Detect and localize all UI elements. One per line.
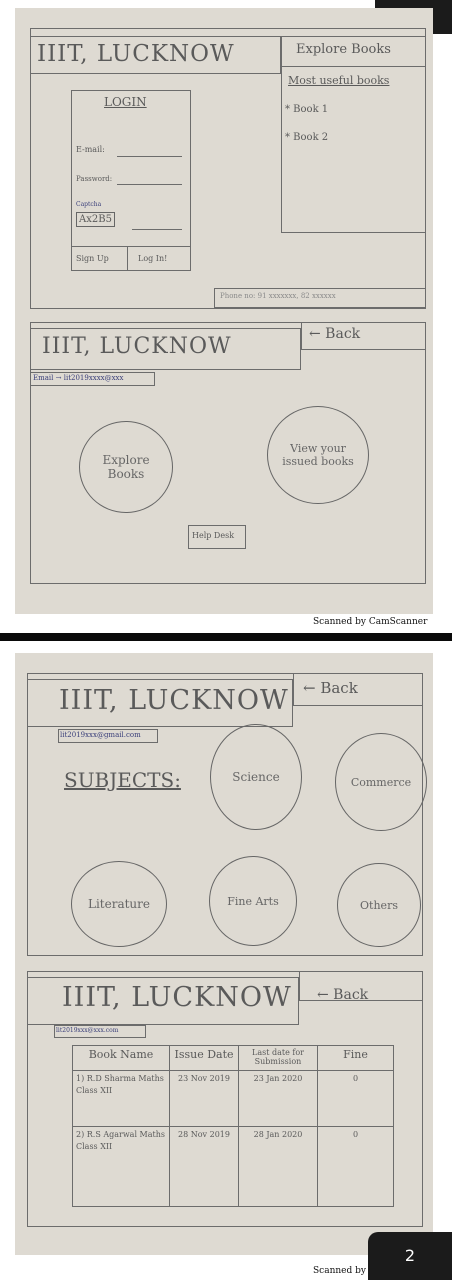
fine-cell: 0 xyxy=(317,1070,394,1127)
scanner-watermark-partial: Scanned by xyxy=(313,1266,366,1276)
issue-date-cell: 28 Nov 2019 xyxy=(169,1126,239,1207)
password-field[interactable] xyxy=(117,184,182,185)
column-header: Issue Date xyxy=(169,1045,239,1071)
subject-science[interactable]: Science xyxy=(210,724,302,830)
email-label: E-mail: xyxy=(76,145,105,154)
dashboard-title: IIIT, LUCKNOW xyxy=(42,334,232,359)
scanned-page-1: IIIT, LUCKNOW Explore Books Most useful … xyxy=(15,8,433,614)
password-label: Password: xyxy=(76,175,113,183)
issued-title: IIIT, LUCKNOW xyxy=(62,982,292,1013)
captcha-field[interactable] xyxy=(132,229,182,230)
issued-books-button[interactable]: View your issued books xyxy=(267,406,369,504)
explore-books-button[interactable]: Explore Books xyxy=(79,421,173,513)
login-box-divider xyxy=(71,246,191,248)
subjects-title: IIIT, LUCKNOW xyxy=(59,685,289,716)
issued-email: lit2019xxx@xxx.com xyxy=(56,1027,119,1034)
explore-books-label: Explore Books xyxy=(296,42,391,57)
subject-literature-label: Literature xyxy=(87,897,150,911)
book-name-cell: 2) R.S Agarwal Maths Class XII xyxy=(72,1126,170,1207)
table-row: 2) R.S Agarwal Maths Class XII 28 Nov 20… xyxy=(72,1126,394,1207)
issued-books-text: View your issued books xyxy=(282,442,354,468)
book-link-2[interactable]: * Book 2 xyxy=(285,132,328,143)
explore-divider xyxy=(281,66,426,68)
phone-text: Phone no: 91 xxxxxxx, 82 xxxxxx xyxy=(220,292,336,300)
book-link-1[interactable]: * Book 1 xyxy=(285,104,328,115)
subject-commerce[interactable]: Commerce xyxy=(335,733,427,831)
column-header: Book Name xyxy=(72,1045,170,1071)
help-desk-label: Help Desk xyxy=(192,531,235,540)
email-field[interactable] xyxy=(117,156,182,157)
scanned-page-2: IIIT, LUCKNOW ← Back lit2019xxx@gmail.co… xyxy=(15,653,433,1255)
subject-others-label: Others xyxy=(360,898,398,912)
captcha-label: Captcha xyxy=(76,201,102,208)
table-header-row: Book Name Issue Date Last date for Submi… xyxy=(72,1045,394,1071)
subject-fine-arts[interactable]: Fine Arts xyxy=(209,856,297,946)
subject-literature[interactable]: Literature xyxy=(71,861,167,947)
page-separator xyxy=(0,633,452,641)
subjects-heading: SUBJECTS: xyxy=(64,768,181,792)
subject-commerce-label: Commerce xyxy=(350,775,412,789)
subject-others[interactable]: Others xyxy=(337,863,421,947)
issued-books-table: Book Name Issue Date Last date for Submi… xyxy=(72,1045,394,1207)
column-header: Fine xyxy=(317,1045,394,1071)
subjects-email: lit2019xxx@gmail.com xyxy=(60,731,141,739)
column-header: Last date for Submission xyxy=(238,1045,318,1071)
login-heading: LOGIN xyxy=(104,95,147,109)
last-date-cell: 28 Jan 2020 xyxy=(238,1126,318,1207)
dashboard-back-button[interactable]: ← Back xyxy=(309,326,360,342)
scanner-watermark: Scanned by CamScanner xyxy=(313,617,428,627)
site-title: IIIT, LUCKNOW xyxy=(37,41,235,67)
issue-date-cell: 23 Nov 2019 xyxy=(169,1070,239,1127)
fine-cell: 0 xyxy=(317,1126,394,1207)
button-separator xyxy=(127,246,129,271)
page-number-badge: 2 xyxy=(368,1232,452,1280)
subject-science-label: Science xyxy=(232,770,280,784)
subject-fine-arts-label: Fine Arts xyxy=(227,894,279,908)
dashboard-email: Email → lit2019xxxx@xxx xyxy=(33,374,124,382)
table-row: 1) R.D Sharma Maths Class XII 23 Nov 201… xyxy=(72,1070,394,1127)
most-useful-heading: Most useful books xyxy=(288,74,390,87)
signup-button[interactable]: Sign Up xyxy=(76,254,109,263)
explore-books-text: Explore Books xyxy=(102,453,150,481)
last-date-cell: 23 Jan 2020 xyxy=(238,1070,318,1127)
subjects-back-button[interactable]: ← Back xyxy=(303,679,358,697)
captcha-image: Ax2B5 xyxy=(76,212,115,227)
issued-back-button[interactable]: ← Back xyxy=(317,987,368,1003)
book-name-cell: 1) R.D Sharma Maths Class XII xyxy=(72,1070,170,1127)
login-button[interactable]: Log In! xyxy=(138,254,167,263)
